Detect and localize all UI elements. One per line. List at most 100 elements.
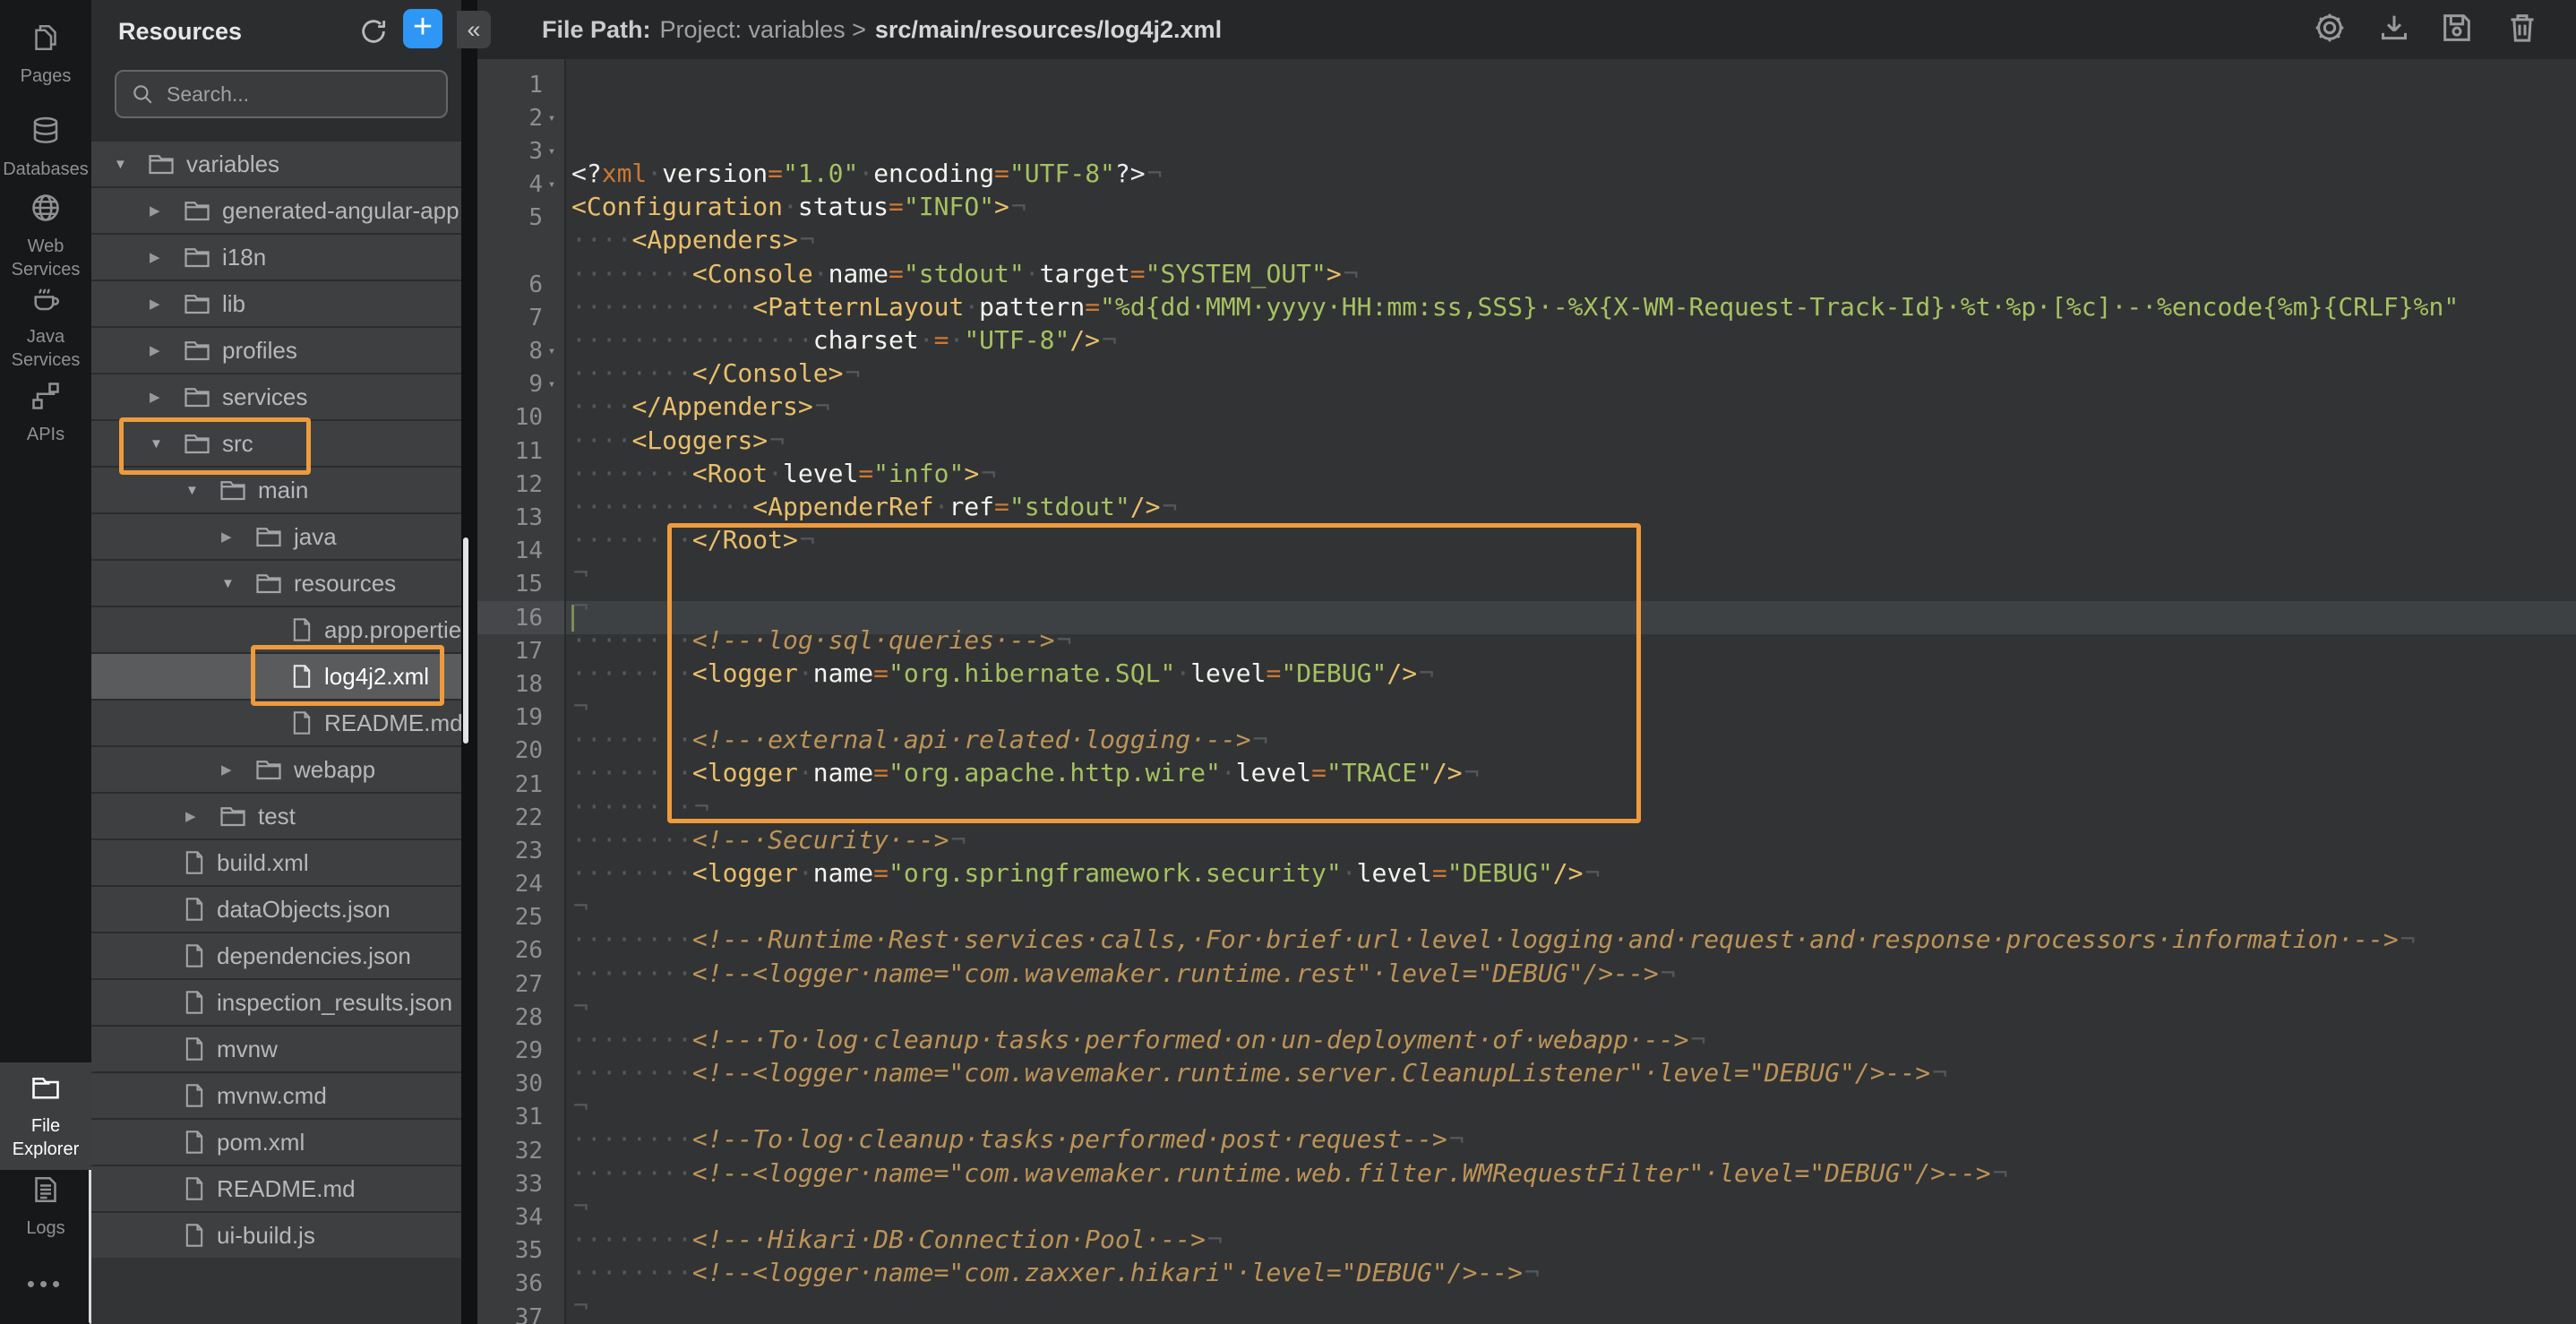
add-resource-button[interactable]: + [403, 9, 442, 48]
folder-icon [255, 572, 282, 595]
tree-file-README.md[interactable]: README.md [91, 699, 461, 745]
gutter-line-8: 8▾ [477, 335, 564, 368]
tree-file-log4j2.xml[interactable]: log4j2.xml [91, 652, 461, 699]
eol-mark: ¬ [573, 591, 588, 621]
chevron-right-icon[interactable]: ▶ [148, 389, 184, 405]
file-tree: ▼variables▶generated-angular-app▶i18n▶li… [91, 140, 461, 1258]
chevron-right-icon[interactable]: ▶ [148, 296, 184, 312]
eol-mark: ¬ [1147, 159, 1163, 188]
tree-file-dataObjects.json[interactable]: dataObjects.json [91, 885, 461, 932]
chevron-down-icon[interactable]: ▼ [219, 576, 255, 591]
tree-folder-i18n[interactable]: ▶ i18n [91, 233, 461, 279]
eol-mark: ¬ [1056, 625, 1071, 655]
gutter-line-31: 31 [477, 1101, 564, 1134]
code-row: ········</Console>¬ [571, 357, 2576, 390]
chevron-down-icon[interactable]: ▼ [112, 157, 148, 172]
rail-item-java-services[interactable]: Java Services [0, 273, 91, 381]
tree-item-label: src [222, 430, 253, 458]
delete-button[interactable] [2503, 11, 2541, 48]
code-row: ············<PatternLayout·pattern="%d{d… [571, 290, 2576, 323]
chevron-right-icon[interactable]: ▶ [148, 342, 184, 358]
code-row: ········<!--<logger·name="com.wavemaker.… [571, 1156, 2576, 1190]
tree-folder-main[interactable]: ▼main [91, 466, 461, 512]
code-row: ········<Root·level="info">¬ [571, 457, 2576, 490]
file-icon [184, 1083, 205, 1108]
search-input[interactable] [165, 82, 428, 107]
eol-mark: ¬ [1932, 1058, 1947, 1088]
gutter-line-37: 37 [477, 1301, 564, 1324]
tree-file-README.md[interactable]: README.md [91, 1165, 461, 1211]
tree-folder-variables[interactable]: ▼variables [91, 140, 461, 186]
code-row: <?xml·version="1.0"·encoding="UTF-8"?>¬ [571, 157, 2576, 190]
gutter-line-20: 20 [477, 735, 564, 768]
rail-item-file-explorer[interactable]: File Explorer [0, 1062, 91, 1170]
folder-icon [184, 339, 210, 362]
fold-icon[interactable]: ▾ [543, 177, 561, 192]
gutter-line-24: 24 [477, 868, 564, 901]
chevron-right-icon[interactable]: ▶ [148, 202, 184, 219]
eol-mark: ¬ [573, 1091, 588, 1121]
fold-icon[interactable]: ▾ [543, 144, 561, 159]
tree-folder-resources[interactable]: ▼resources [91, 559, 461, 606]
gutter-line-5: 5 [477, 202, 564, 235]
file-icon [184, 897, 205, 922]
gutter-line-6: 6 [477, 268, 564, 301]
code-row: ¬ [571, 556, 2576, 589]
tree-file-mvnw.cmd[interactable]: mvnw.cmd [91, 1071, 461, 1118]
fold-icon[interactable]: ▾ [543, 111, 561, 125]
chevron-down-icon[interactable]: ▼ [184, 483, 219, 498]
tree-item-label: i18n [222, 244, 266, 271]
tree-file-dependencies.json[interactable]: dependencies.json [91, 932, 461, 978]
chevron-right-icon[interactable]: ▶ [219, 761, 255, 778]
tree-folder-src[interactable]: ▼ src [91, 419, 461, 466]
tree-file-pom.xml[interactable]: pom.xml [91, 1118, 461, 1165]
gutter-line-10: 10 [477, 401, 564, 434]
tree-file-ui-build.js[interactable]: ui-build.js [91, 1211, 461, 1258]
chevron-right-icon[interactable]: ▶ [148, 249, 184, 265]
folder-icon [184, 245, 210, 269]
tree-file-mvnw[interactable]: mvnw [91, 1025, 461, 1071]
folder-icon [184, 292, 210, 315]
code-editor[interactable]: <?xml·version="1.0"·encoding="UTF-8"?>¬<… [566, 59, 2576, 1324]
collapse-panel-button[interactable]: « [457, 11, 491, 48]
refresh-button[interactable] [355, 13, 392, 50]
chevron-right-icon[interactable]: ▶ [219, 529, 255, 545]
rail-item-pages[interactable]: Pages [0, 13, 91, 97]
tree-item-label: build.xml [217, 849, 309, 877]
tree-folder-services[interactable]: ▶services [91, 373, 461, 419]
eol-mark: ¬ [1102, 325, 1117, 355]
tree-folder-profiles[interactable]: ▶profiles [91, 326, 461, 373]
tree-folder-generated-angular-app[interactable]: ▶generated-angular-app [91, 186, 461, 233]
fold-icon[interactable]: ▾ [543, 344, 561, 358]
tree-folder-java[interactable]: ▶java [91, 512, 461, 559]
fold-icon[interactable]: ▾ [543, 377, 561, 391]
tree-folder-webapp[interactable]: ▶webapp [91, 745, 461, 792]
settings-button[interactable] [2311, 11, 2348, 48]
download-button[interactable] [2375, 11, 2413, 48]
eol-mark: ¬ [694, 792, 709, 821]
tree-folder-test[interactable]: ▶test [91, 792, 461, 838]
gutter-line-15: 15 [477, 568, 564, 601]
file-icon [184, 850, 205, 875]
refresh-icon [358, 16, 389, 47]
gutter-line-16: 16 [477, 601, 564, 634]
rail-item-logs[interactable]: Logs [0, 1165, 91, 1249]
chevron-down-icon[interactable]: ▼ [148, 436, 184, 451]
save-button[interactable] [2438, 11, 2476, 48]
rail-item-databases[interactable]: Databases [0, 106, 91, 190]
rail-item-apis[interactable]: APIs [0, 371, 91, 455]
file-icon [291, 710, 313, 735]
gutter-line-33: 33 [477, 1167, 564, 1200]
chevron-right-icon[interactable]: ▶ [184, 808, 219, 824]
rail-more-button[interactable]: ••• [0, 1270, 91, 1298]
file-path-label: File Path: [542, 16, 651, 44]
project-breadcrumb: Project: variables > [660, 16, 866, 44]
eol-mark: ¬ [769, 426, 785, 455]
rail-item-label: Databases [1, 158, 90, 181]
tree-scrollbar-thumb[interactable] [463, 537, 468, 744]
tree-file-inspection_results.json[interactable]: inspection_results.json [91, 978, 461, 1025]
tree-item-label: inspection_results.json [217, 989, 452, 1017]
tree-file-build.xml[interactable]: build.xml [91, 838, 461, 885]
tree-folder-lib[interactable]: ▶lib [91, 279, 461, 326]
tree-file-app.properties[interactable]: app.properties [91, 606, 461, 652]
